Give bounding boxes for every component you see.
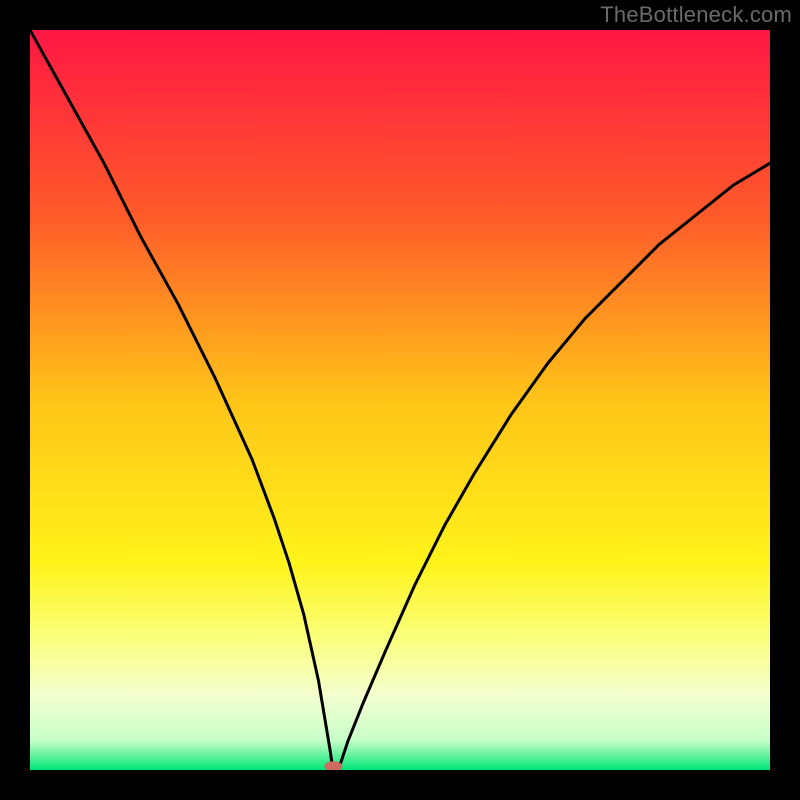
watermark-text: TheBottleneck.com xyxy=(600,2,792,28)
gradient-rect xyxy=(30,30,770,770)
bottleneck-chart xyxy=(30,30,770,770)
chart-frame: TheBottleneck.com xyxy=(0,0,800,800)
plot-area xyxy=(30,30,770,770)
